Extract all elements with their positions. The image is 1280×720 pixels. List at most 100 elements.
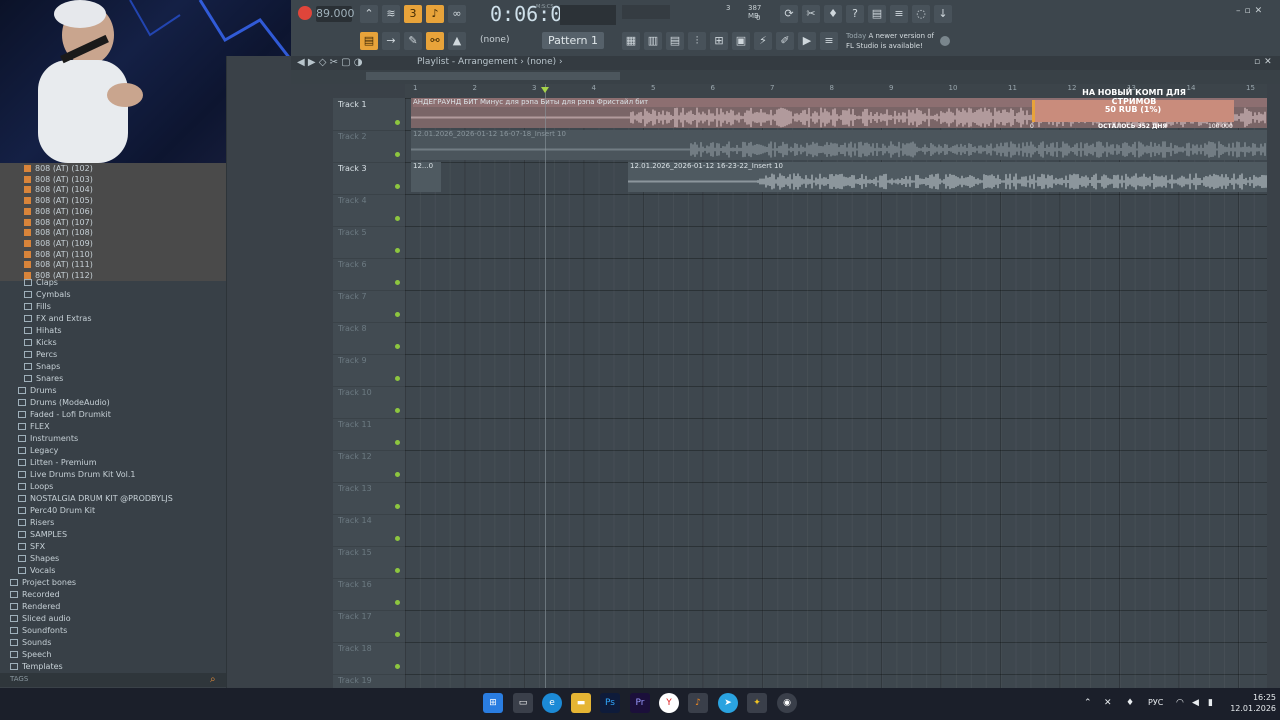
browser-folder[interactable]: Faded - Lofi Drumkit: [0, 409, 111, 420]
obs-icon[interactable]: ◉: [777, 693, 797, 713]
track-header[interactable]: Track 11: [333, 418, 405, 451]
channel-rack-icon[interactable]: ▤: [666, 32, 684, 50]
track-header[interactable]: Track 15: [333, 546, 405, 579]
browser-icon[interactable]: ▣: [732, 32, 750, 50]
reset-icon[interactable]: ⟳: [780, 5, 798, 23]
metronome-icon[interactable]: ⌃: [360, 5, 378, 23]
brush-icon[interactable]: ✐: [776, 32, 794, 50]
track-mute-led[interactable]: [395, 280, 400, 285]
track-header[interactable]: Track 10: [333, 386, 405, 419]
playlist-tools[interactable]: ◀ ▶ ◇ ✂ ▢ ◑: [297, 57, 363, 68]
chat-icon[interactable]: ◌: [912, 5, 930, 23]
tray-mic-icon[interactable]: ♦: [1126, 698, 1134, 708]
browser-folder[interactable]: Drums (ModeAudio): [0, 397, 110, 408]
video-icon[interactable]: ▶: [798, 32, 816, 50]
song-position-marker[interactable]: [541, 87, 549, 93]
track-header[interactable]: Track 6: [333, 258, 405, 291]
track-mute-led[interactable]: [395, 312, 400, 317]
browser-file[interactable]: 808 (AT) (111): [0, 259, 250, 271]
browser-file[interactable]: 808 (AT) (106): [0, 205, 250, 217]
tray-chevron-icon[interactable]: ⌃: [1084, 698, 1092, 708]
browser-folder[interactable]: Instruments: [0, 433, 78, 444]
track-header[interactable]: Track 9: [333, 354, 405, 387]
track-header[interactable]: Track 1: [333, 98, 405, 131]
browser-file[interactable]: 808 (AT) (104): [0, 184, 250, 196]
windows-start-icon[interactable]: ⊞: [483, 693, 503, 713]
track-header[interactable]: Track 16: [333, 578, 405, 611]
track-header[interactable]: Track 2: [333, 130, 405, 163]
browser-folder[interactable]: Risers: [0, 517, 54, 528]
plugin-icon[interactable]: ⊞: [710, 32, 728, 50]
save-icon[interactable]: ▤: [868, 5, 886, 23]
tray-app-icon[interactable]: ✕: [1104, 698, 1112, 708]
browser-root-folder[interactable]: Sliced audio: [0, 613, 71, 624]
mixer-icon[interactable]: ≡: [890, 5, 908, 23]
track-header[interactable]: Track 8: [333, 322, 405, 355]
microphone-icon[interactable]: ♦: [824, 5, 842, 23]
playlist-icon[interactable]: ▤: [360, 32, 378, 50]
update-hint[interactable]: Today A newer version of FL Studio is av…: [846, 31, 934, 51]
track-mute-led[interactable]: [395, 152, 400, 157]
track-header[interactable]: Track 3: [333, 162, 405, 195]
note-icon[interactable]: ≡: [820, 32, 838, 50]
plug-icon[interactable]: ⚡: [754, 32, 772, 50]
folder-icon[interactable]: ▬: [571, 693, 591, 713]
track-mute-led[interactable]: [395, 600, 400, 605]
browser-folder[interactable]: SAMPLES: [0, 529, 67, 540]
browser-root-folder[interactable]: Templates: [0, 661, 63, 672]
browser-folder[interactable]: Shapes: [0, 553, 59, 564]
pattern-select[interactable]: Pattern 1: [542, 32, 604, 49]
track-header[interactable]: Track 12: [333, 450, 405, 483]
cut-icon[interactable]: ✂: [802, 5, 820, 23]
track-header[interactable]: Track 4: [333, 194, 405, 227]
track-mute-led[interactable]: [395, 440, 400, 445]
track-header[interactable]: Track 17: [333, 610, 405, 643]
fl-studio-icon[interactable]: ♪: [688, 693, 708, 713]
task-view-icon[interactable]: ▭: [513, 693, 533, 713]
blend-icon[interactable]: ♪: [426, 5, 444, 23]
volume-icon[interactable]: ◀: [1192, 698, 1199, 708]
track-mute-led[interactable]: [395, 248, 400, 253]
browser-file[interactable]: 808 (AT) (103): [0, 173, 250, 185]
browser-file[interactable]: 808 (AT) (109): [0, 237, 250, 249]
track-mute-led[interactable]: [395, 568, 400, 573]
browser-subfolder[interactable]: Hihats: [0, 325, 62, 336]
network-icon[interactable]: ◠: [1176, 698, 1184, 708]
piano-roll-icon[interactable]: ▥: [644, 32, 662, 50]
audio-clip-track3[interactable]: 12.01.2026_2026-01-12 16-23-22_Insert 10: [628, 162, 1267, 192]
track-mute-led[interactable]: [395, 472, 400, 477]
browser-subfolder[interactable]: FX and Extras: [0, 313, 92, 324]
help-icon[interactable]: ?: [846, 5, 864, 23]
browser-root-folder[interactable]: Rendered: [0, 601, 60, 612]
browser-folder[interactable]: Vocals: [0, 565, 55, 576]
browser-file[interactable]: 808 (AT) (102): [0, 163, 250, 174]
browser-file[interactable]: 808 (AT) (108): [0, 227, 250, 239]
snap-select[interactable]: (none): [480, 33, 524, 48]
browser-root-folder[interactable]: Project bones: [0, 577, 76, 588]
record-button[interactable]: [298, 6, 312, 20]
wait-icon[interactable]: ≋: [382, 5, 400, 23]
browser-subfolder[interactable]: Cymbals: [0, 289, 70, 300]
browser-root-folder[interactable]: Soundfonts: [0, 625, 67, 636]
browser-file[interactable]: 808 (AT) (110): [0, 248, 250, 260]
browser-file[interactable]: 808 (AT) (107): [0, 216, 250, 228]
tags-label[interactable]: TAGS: [10, 675, 28, 683]
track-header[interactable]: Track 18: [333, 642, 405, 675]
track-header[interactable]: Track 13: [333, 482, 405, 515]
link-icon[interactable]: ⚯: [426, 32, 444, 50]
track-mute-led[interactable]: [395, 216, 400, 221]
playlist-window-controls[interactable]: ▫✕: [1254, 57, 1276, 67]
track-mute-led[interactable]: [395, 376, 400, 381]
browser-folder[interactable]: Legacy: [0, 445, 58, 456]
playhead[interactable]: [545, 84, 546, 688]
arrow-icon[interactable]: →: [382, 32, 400, 50]
horizontal-scrollbar[interactable]: [366, 72, 620, 80]
browser-folder[interactable]: Litten - Premium: [0, 457, 97, 468]
language-indicator[interactable]: РУС: [1148, 698, 1163, 707]
browser-folder[interactable]: Perc40 Drum Kit: [0, 505, 95, 516]
browser-subfolder[interactable]: Fills: [0, 301, 51, 312]
tempo-display[interactable]: 89.000: [316, 6, 355, 22]
track-mute-led[interactable]: [395, 408, 400, 413]
download-icon[interactable]: ↓: [934, 5, 952, 23]
search-icon[interactable]: ⌕: [210, 674, 216, 685]
